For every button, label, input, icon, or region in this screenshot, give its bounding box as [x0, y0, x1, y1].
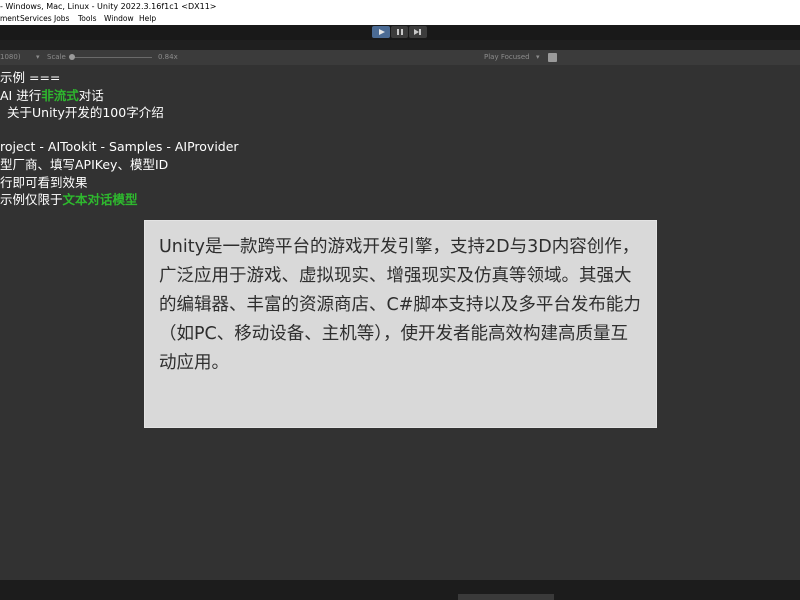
response-panel: Unity是一款跨平台的游戏开发引擎，支持2D与3D内容创作，广泛应用于游戏、虚… [144, 220, 657, 428]
resolution-dropdown[interactable]: 1080) [0, 50, 21, 65]
scale-value: 0.84x [158, 53, 178, 61]
instruction-line-2-highlight: 非流式 [41, 88, 79, 103]
main-toolbar [0, 25, 800, 40]
instruction-line-3: 关于Unity开发的100字介绍 [7, 105, 164, 120]
instruction-line-7: 示例仅限于文本对话模型 [0, 192, 138, 208]
instruction-line-5: 型厂商、填写APIKey、模型ID [0, 157, 169, 172]
play-mode-dropdown[interactable]: Play Focused [484, 50, 530, 65]
instruction-line-2: AI 进行非流式对话 [0, 88, 104, 104]
instruction-line-2-prefix: AI 进行 [0, 88, 42, 103]
menu-item-services[interactable]: Services [20, 13, 52, 25]
instruction-line-6: 行即可看到效果 [0, 175, 88, 190]
status-segment [458, 594, 554, 600]
scale-label: Scale [47, 53, 66, 61]
window-title: - Windows, Mac, Linux - Unity 2022.3.16f… [0, 2, 217, 11]
pause-icon [396, 29, 399, 35]
chevron-down-icon: ▾ [536, 53, 540, 61]
menu-bar: ment Services Jobs Tools Window Help [0, 13, 800, 25]
menu-item-component[interactable]: ment [0, 13, 20, 25]
play-controls [372, 26, 428, 38]
instruction-line-7-prefix: 示例仅限于 [0, 192, 63, 207]
game-view-toolbar: 1080) ▾ Scale 0.84x Play Focused ▾ [0, 50, 800, 65]
tab-strip [0, 40, 800, 50]
step-icon [414, 29, 422, 35]
scale-slider-track[interactable] [72, 57, 152, 58]
menu-item-jobs[interactable]: Jobs [54, 13, 69, 25]
menu-item-window[interactable]: Window [104, 13, 134, 25]
menu-item-tools[interactable]: Tools [78, 13, 96, 25]
chevron-down-icon: ▾ [36, 53, 40, 61]
scale-slider-handle[interactable] [69, 54, 75, 60]
response-text: Unity是一款跨平台的游戏开发引擎，支持2D与3D内容创作，广泛应用于游戏、虚… [159, 237, 641, 373]
instruction-line-7-highlight: 文本对话模型 [62, 192, 138, 207]
step-button[interactable] [409, 26, 428, 38]
instruction-line-4: roject - AITookit - Samples - AIProvider [0, 139, 239, 154]
menu-item-help[interactable]: Help [139, 13, 156, 25]
pause-button[interactable] [390, 26, 409, 38]
instruction-line-1: 示例 === [0, 70, 61, 85]
speaker-icon[interactable] [548, 53, 557, 62]
play-icon [379, 29, 385, 35]
play-button[interactable] [372, 26, 390, 38]
instruction-line-2-suffix: 对话 [78, 88, 104, 103]
window-title-bar: - Windows, Mac, Linux - Unity 2022.3.16f… [0, 0, 800, 13]
status-bar [0, 580, 800, 600]
